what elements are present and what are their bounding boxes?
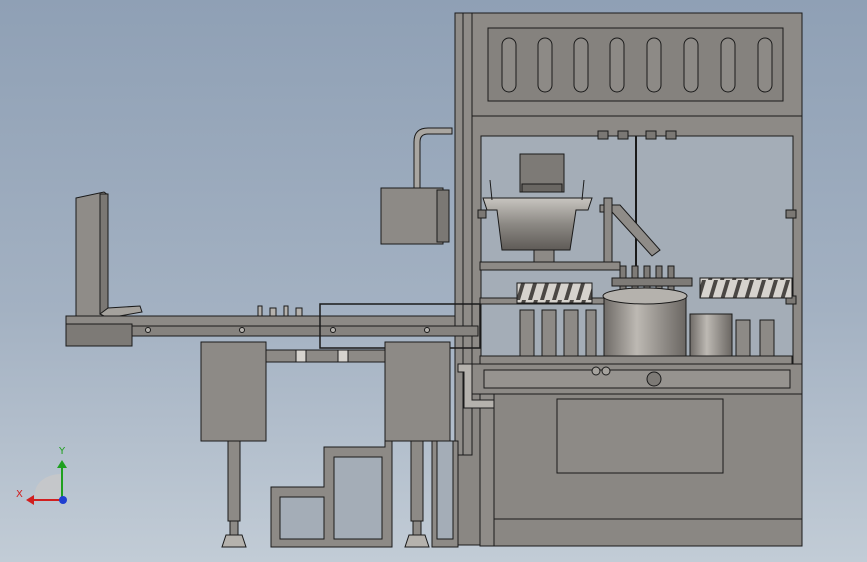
leg-right bbox=[410, 440, 424, 522]
upper-plate bbox=[479, 261, 621, 271]
base-access-door bbox=[556, 398, 724, 474]
machine-assembly bbox=[65, 12, 803, 548]
screw-conveyor-right bbox=[699, 277, 793, 299]
vent-panel bbox=[487, 27, 784, 102]
carrier-plate bbox=[479, 355, 793, 365]
left-drive-box bbox=[200, 341, 267, 442]
coordinate-triad: X Y bbox=[16, 446, 67, 505]
y-axis-label: Y bbox=[58, 446, 66, 457]
leg-left bbox=[227, 440, 241, 522]
x-axis-arrowhead bbox=[26, 495, 34, 505]
conveyor-end-cap bbox=[65, 323, 133, 347]
control-pipe bbox=[413, 127, 453, 189]
lower-gauge bbox=[646, 371, 662, 387]
control-box bbox=[380, 187, 444, 245]
right-drive-box bbox=[384, 341, 451, 442]
buffer-tank bbox=[603, 295, 687, 357]
x-axis-label: X bbox=[16, 489, 23, 500]
triad-plane-disc bbox=[34, 473, 62, 500]
y-axis-arrowhead bbox=[57, 460, 67, 468]
cad-viewport[interactable]: X Y bbox=[0, 0, 867, 562]
z-axis-dot bbox=[59, 496, 67, 504]
cross-pipe bbox=[265, 349, 387, 363]
screw-conveyor-left bbox=[516, 282, 593, 304]
